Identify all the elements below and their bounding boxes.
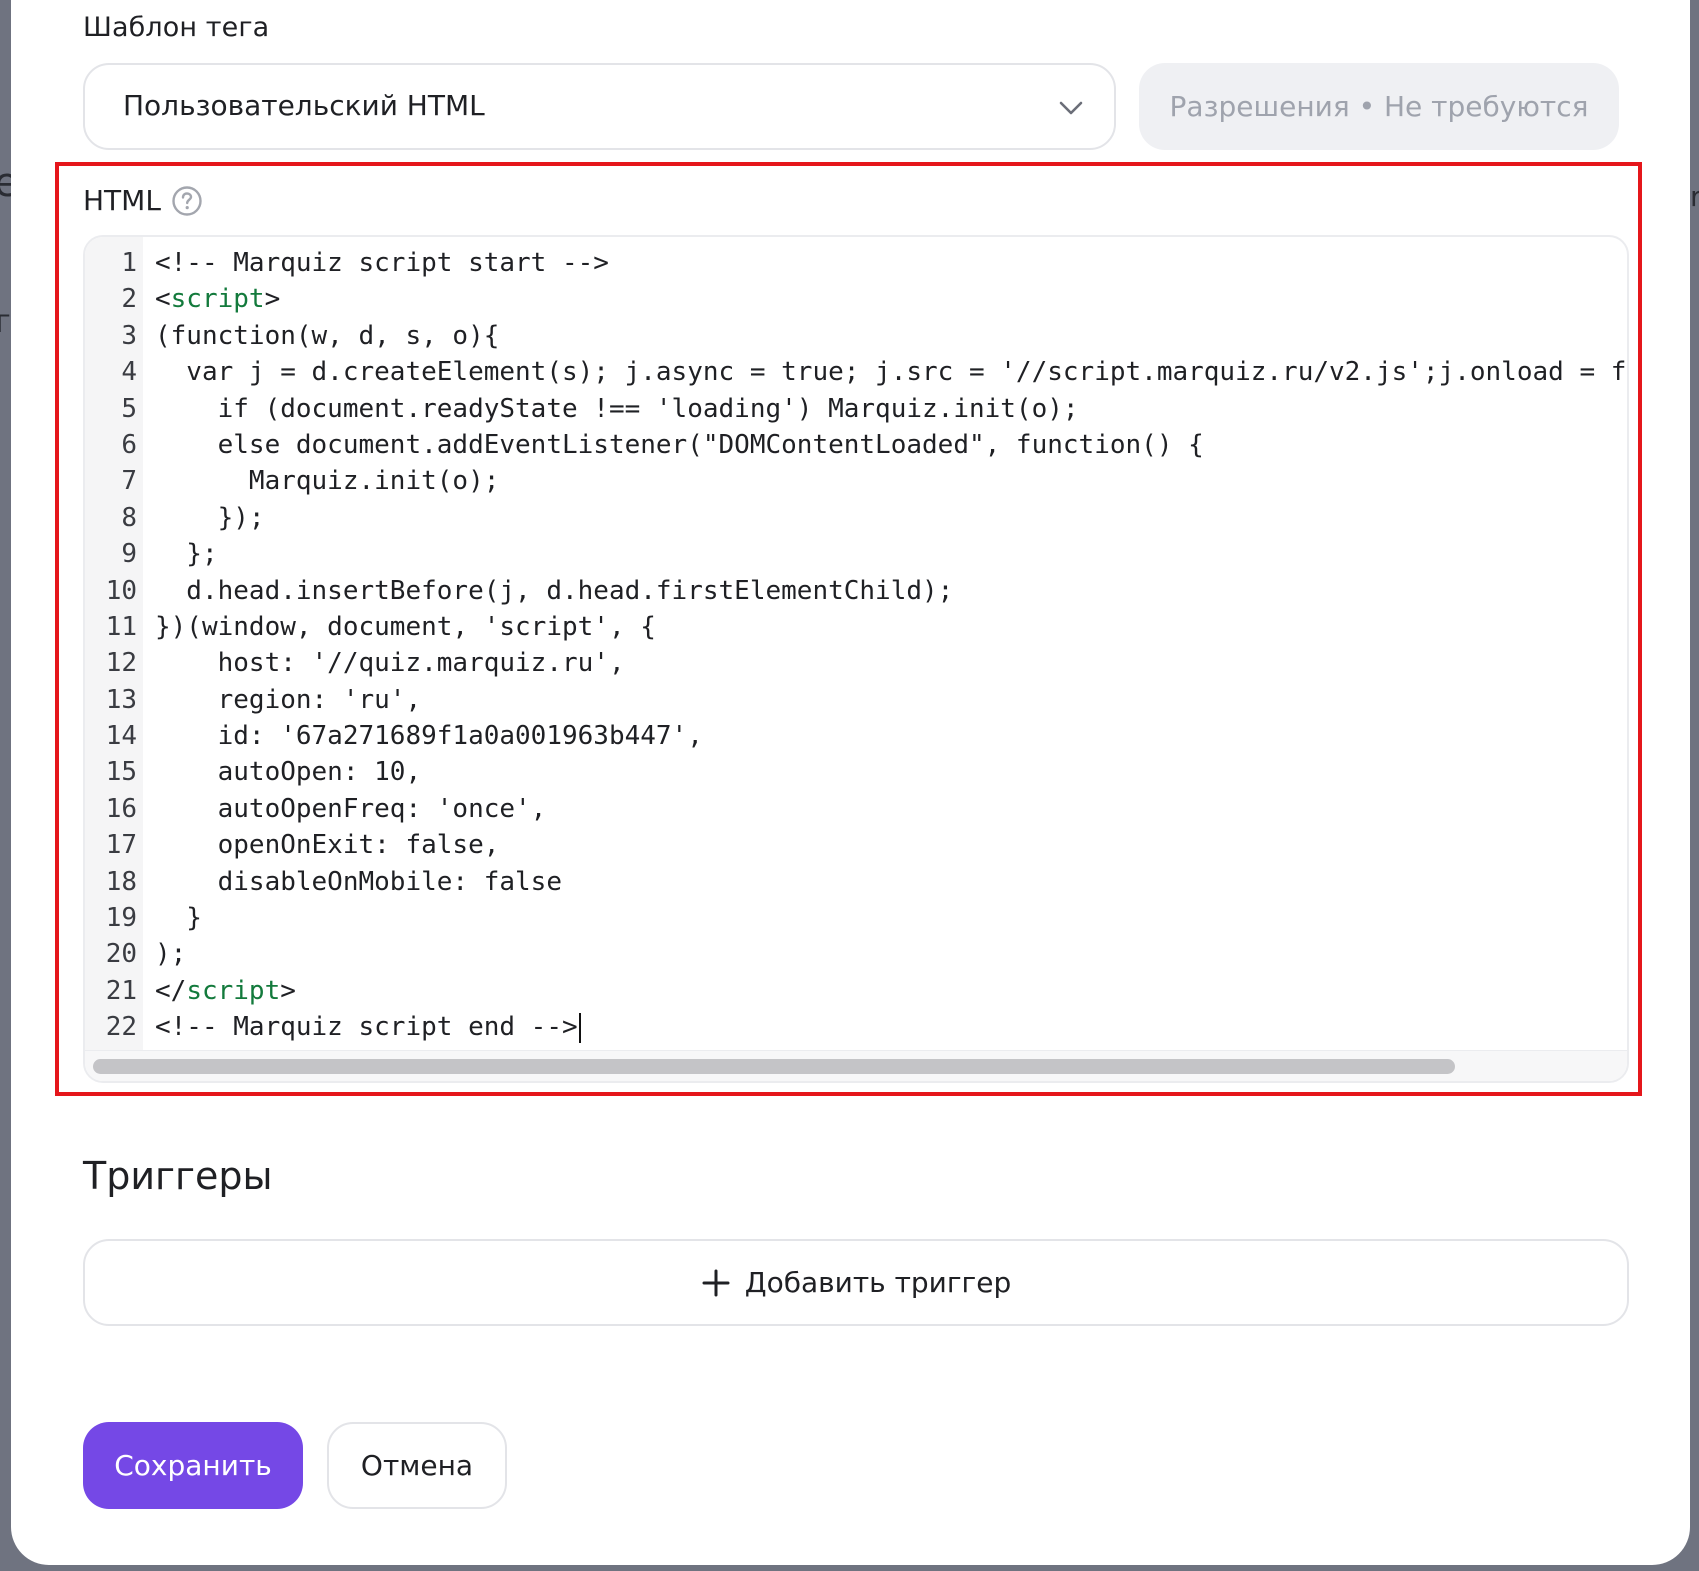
permissions-button[interactable]: Разрешения • Не требуются xyxy=(1139,63,1619,150)
template-select-value: Пользовательский HTML xyxy=(123,89,485,122)
add-trigger-button[interactable]: Добавить триггер xyxy=(83,1239,1629,1326)
plus-icon xyxy=(702,1269,730,1296)
highlight-box xyxy=(55,162,1642,1096)
template-label: Шаблон тега xyxy=(83,12,270,43)
template-select[interactable]: Пользовательский HTML xyxy=(83,63,1116,150)
save-button[interactable]: Сохранить xyxy=(83,1422,303,1509)
cancel-button[interactable]: Отмена xyxy=(327,1422,507,1509)
chevron-down-icon xyxy=(1059,101,1083,115)
background-fragment-right-letter: r xyxy=(1690,180,1699,213)
add-trigger-label: Добавить триггер xyxy=(744,1266,1012,1299)
background-fragment-left-tab: Г xyxy=(0,310,11,338)
triggers-section-title: Триггеры xyxy=(83,1154,273,1198)
